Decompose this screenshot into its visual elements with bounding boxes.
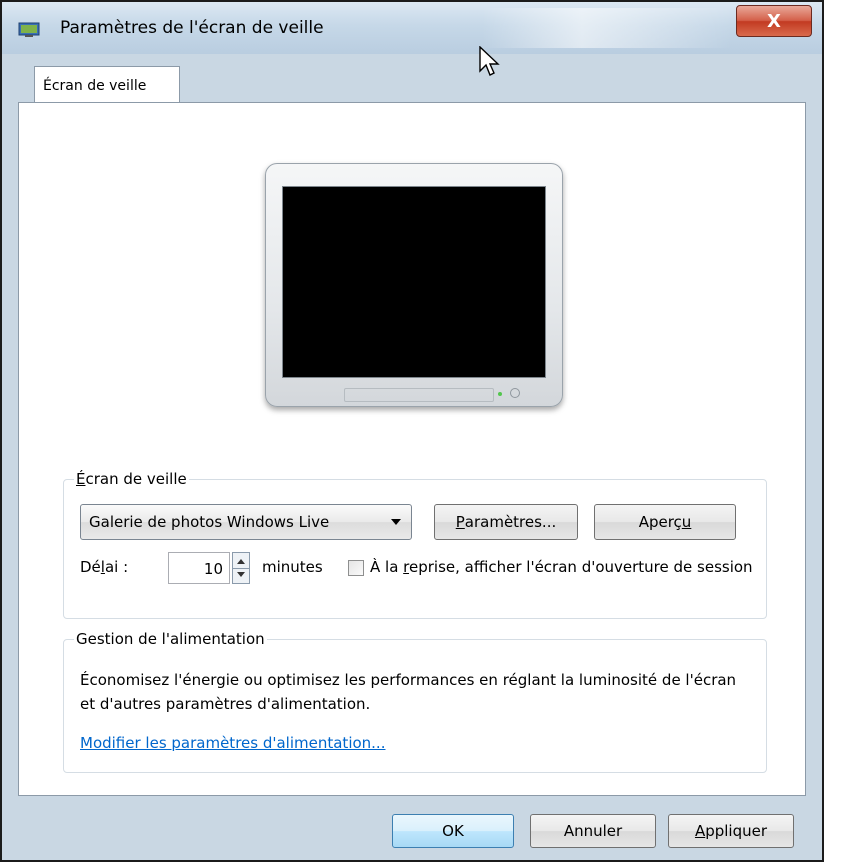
screensaver-settings-window: Paramètres de l'écran de veille X Écran … xyxy=(0,0,824,862)
power-group-title: Gestion de l'alimentation xyxy=(74,630,267,648)
chevron-down-icon xyxy=(391,519,401,525)
spinner-down-icon[interactable] xyxy=(237,572,245,577)
apply-button[interactable]: Appliquer xyxy=(668,814,794,848)
minutes-label: minutes xyxy=(262,558,323,576)
monitor-preview xyxy=(265,163,563,407)
mouse-pointer-icon xyxy=(479,46,500,76)
cancel-button[interactable]: Annuler xyxy=(530,814,656,848)
tab-panel: Écran de veille Galerie de photos Window… xyxy=(18,102,806,796)
title-bar[interactable]: Paramètres de l'écran de veille X xyxy=(2,2,822,54)
preview-button[interactable]: Aperç u xyxy=(594,504,736,540)
ok-button[interactable]: OK xyxy=(392,814,514,848)
screensaver-group: Écran de veille Galerie de photos Window… xyxy=(63,470,767,619)
spinner-divider xyxy=(233,568,249,569)
title-bar-glass-reflection xyxy=(482,8,732,48)
delay-minutes-input[interactable]: 10 xyxy=(168,552,230,584)
tab-screensaver-label: Écran de veille xyxy=(43,78,147,94)
power-management-group: Gestion de l'alimentation Économisez l'é… xyxy=(63,630,767,773)
delay-label: Délai : xyxy=(80,558,129,576)
monitor-base-slot xyxy=(344,388,494,402)
screensaver-app-icon xyxy=(18,22,40,37)
screensaver-select[interactable]: Galerie de photos Windows Live xyxy=(80,504,412,540)
delay-spinner[interactable] xyxy=(232,552,250,584)
screensaver-group-title: Écran de veille xyxy=(74,470,189,488)
close-button[interactable]: X xyxy=(736,5,812,37)
change-power-settings-link[interactable]: Modifier les paramètres d'alimentation..… xyxy=(80,734,385,752)
spinner-up-icon[interactable] xyxy=(237,559,245,564)
monitor-preview-screen xyxy=(282,186,546,378)
close-icon: X xyxy=(767,10,781,32)
monitor-power-led-icon xyxy=(498,392,502,396)
window-title: Paramètres de l'écran de veille xyxy=(60,18,324,38)
power-description: Économisez l'énergie ou optimisez les pe… xyxy=(80,671,737,713)
settings-button[interactable]: Paramètres... xyxy=(434,504,578,540)
tab-screensaver[interactable]: Écran de veille xyxy=(34,66,180,104)
resume-logon-checkbox[interactable] xyxy=(348,560,364,576)
delay-minutes-value: 10 xyxy=(203,560,223,578)
monitor-power-button-icon xyxy=(510,388,520,398)
resume-logon-label[interactable]: À la reprise, afficher l'écran d'ouvertu… xyxy=(370,556,760,578)
screensaver-select-value: Galerie de photos Windows Live xyxy=(89,513,330,531)
